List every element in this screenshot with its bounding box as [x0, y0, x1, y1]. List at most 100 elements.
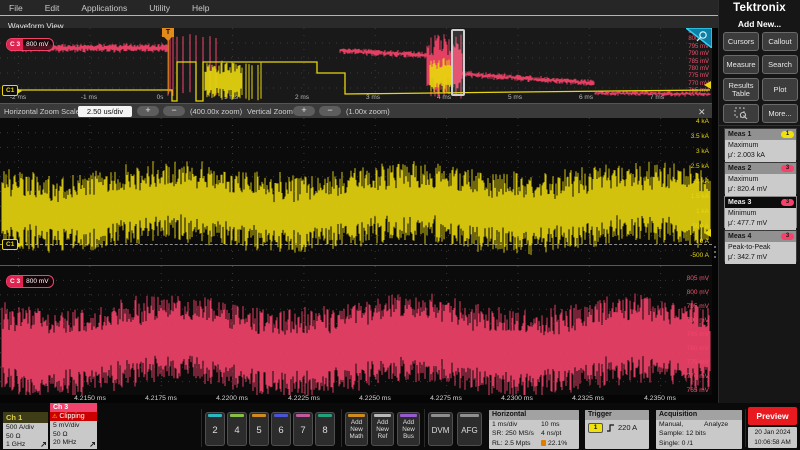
position-percent: 22.1%	[548, 440, 567, 447]
horizontal-settings-panel[interactable]: Horizontal 1 ms/div10 ms SR: 250 MS/s4 n…	[489, 410, 579, 449]
menu-applications[interactable]: Applications	[81, 3, 127, 13]
record-length: RL: 2.5 Mpts	[492, 440, 531, 447]
ch3-chip: C 3	[7, 39, 23, 50]
overview-pane[interactable]: C 3 800 mV C1 T 805 mV 800 mV 795 mV 790…	[0, 28, 712, 103]
overview-c1-badge[interactable]: C1	[2, 85, 18, 96]
meas-value: μ': 342.7 mV	[728, 253, 796, 263]
group-separator	[424, 409, 425, 447]
h-zoom-plus-button[interactable]: +	[137, 106, 159, 116]
menu-file[interactable]: File	[9, 3, 23, 13]
meas-4-body: Peak-to-Peak μ': 342.7 mV	[725, 242, 796, 264]
channel-number: 5	[250, 425, 268, 436]
sidebar-drag-handle[interactable]	[712, 246, 717, 258]
datetime-display[interactable]: 20 Jan 2024 10:06:58 AM	[748, 427, 797, 448]
time-tick-label: 4.2225 ms	[282, 395, 326, 402]
acquisition-settings-panel[interactable]: Acquisition Manual,Analyze Sample: 12 bi…	[656, 410, 742, 449]
horizontal-scale: 1 ms/div	[492, 421, 517, 428]
overview-zoom-icon[interactable]	[686, 28, 712, 48]
search-button[interactable]: Search	[762, 55, 798, 74]
horizontal-zoom-scale-label: Horizontal Zoom Scale	[4, 107, 80, 116]
results-table-button[interactable]: Results Table	[723, 78, 759, 101]
mask-test-button[interactable]	[723, 104, 759, 123]
meas-1-card[interactable]: Meas 1 1 Maximum μ': 2.003 kA	[724, 128, 797, 160]
plot-button[interactable]: Plot	[762, 78, 798, 101]
lower-zoom-pane-ch3[interactable]: C 3 800 mV 805 mV 800 mV 795 mV 790 mV 7…	[0, 265, 712, 395]
callout-button[interactable]: Callout	[762, 32, 798, 51]
measure-button[interactable]: Measure	[723, 55, 759, 74]
v-zoom-minus-button[interactable]: −	[319, 106, 341, 116]
close-zoom-view-icon[interactable]: ✕	[698, 107, 706, 118]
add-new-ref-label: Add New Ref	[372, 419, 393, 440]
meas-4-card[interactable]: Meas 4 3 Peak-to-Peak μ': 342.7 mV	[724, 230, 797, 262]
meas-value: μ': 2.003 kA	[728, 151, 796, 161]
zoom-window-bracket[interactable]	[451, 29, 465, 96]
channel-color-stripe	[274, 414, 288, 417]
add-new-bus-button[interactable]: Add New Bus	[397, 412, 420, 446]
sidebar-divider	[719, 125, 800, 126]
ch1-settings-card[interactable]: Ch 1 500 A/div 50 Ω 1 GHz	[3, 412, 48, 449]
cursors-button[interactable]: Cursors	[723, 32, 759, 51]
meas-type: Minimum	[728, 209, 796, 219]
horizontal-panel-title: Horizontal	[489, 410, 579, 420]
ch1-waveform-svg	[0, 118, 712, 265]
overview-trigger-level-arrow[interactable]	[704, 81, 711, 89]
channel-color-stripe	[296, 414, 310, 417]
ch3-card-body: 5 mV/div 50 Ω 20 MHz	[50, 421, 97, 449]
channel-number: 7	[294, 425, 312, 436]
v-zoom-factor: (1.00x zoom)	[346, 107, 390, 116]
v-zoom-plus-button[interactable]: +	[293, 106, 315, 116]
meas-source-badge: 1	[781, 131, 794, 138]
channel-4-button[interactable]: 4	[227, 412, 247, 446]
meas-3-card[interactable]: Meas 3 3 Minimum μ': 477.7 mV	[724, 196, 797, 228]
ch1-reference-badge[interactable]: C1	[2, 239, 18, 250]
menu-edit[interactable]: Edit	[45, 3, 60, 13]
meas-2-card[interactable]: Meas 2 3 Maximum μ': 820.4 mV	[724, 162, 797, 194]
trigger-settings-panel[interactable]: Trigger 1 220 A	[585, 410, 649, 449]
meas-type: Maximum	[728, 175, 796, 185]
dashed-region-magnifier-icon	[734, 107, 748, 120]
time-tick-label: 4.2325 ms	[566, 395, 610, 402]
ch1-vdiv: 500 A/div	[6, 424, 48, 433]
trigger-source-badge: 1	[588, 423, 603, 433]
acquisition-mode: Manual,	[659, 421, 683, 428]
dvm-stripe	[431, 414, 450, 417]
afg-stripe	[460, 414, 479, 417]
preview-button[interactable]: Preview	[748, 407, 797, 425]
channel-color-stripe	[230, 414, 244, 417]
sample-bits: Sample: 12 bits	[656, 429, 742, 438]
tektronix-logo: Tektronix	[719, 2, 800, 14]
waveform-view-area: Waveform View C 3 800 mV C1 T 805 mV 800…	[0, 15, 718, 403]
channel-2-button[interactable]: 2	[205, 412, 225, 446]
vertical-zoom-label: Vertical Zoom	[247, 107, 293, 116]
add-new-ref-button[interactable]: Add New Ref	[371, 412, 394, 446]
afg-button[interactable]: AFG	[457, 412, 482, 446]
horizontal-zoom-scale-input[interactable]: 2.50 us/div	[78, 106, 132, 117]
date-text: 20 Jan 2024	[748, 428, 797, 438]
channel-8-button[interactable]: 8	[315, 412, 335, 446]
meas-name: Meas 3	[728, 199, 751, 206]
ch1-trigger-level-arrow[interactable]	[704, 229, 711, 237]
channel-5-button[interactable]: 5	[249, 412, 269, 446]
record-duration: 10 ms	[541, 420, 560, 429]
ref-color-stripe	[374, 414, 391, 417]
group-separator	[201, 409, 202, 447]
channel-color-stripe	[318, 414, 332, 417]
menu-help[interactable]: Help	[192, 3, 209, 13]
meas-3-header: Meas 3 3	[725, 197, 796, 208]
h-zoom-minus-button[interactable]: −	[163, 106, 185, 116]
ch3-settings-card[interactable]: Ch 3 ⚠ Clipping 5 mV/div 50 Ω 20 MHz	[50, 403, 97, 449]
dvm-button[interactable]: DVM	[428, 412, 453, 446]
menu-utility[interactable]: Utility	[149, 3, 170, 13]
time-tick-label: 4.2175 ms	[139, 395, 183, 402]
ch3-reference-badge[interactable]: C 3 800 mV	[6, 275, 54, 288]
overview-ch3-badge[interactable]: C 3 800 mV	[6, 38, 54, 51]
channel-6-button[interactable]: 6	[271, 412, 291, 446]
channel-7-button[interactable]: 7	[293, 412, 313, 446]
trigger-position-marker[interactable]: T	[162, 28, 174, 37]
add-new-math-label: Add New Math	[346, 419, 367, 440]
group-separator	[341, 409, 342, 447]
rising-edge-icon	[606, 423, 615, 433]
more-button[interactable]: More...	[762, 104, 798, 123]
main-zoom-pane-ch1[interactable]: 4 kA 3.5 kA 3 kA 2.5 kA 2 kA 1.5 kA 1 kA…	[0, 118, 712, 265]
add-new-math-button[interactable]: Add New Math	[345, 412, 368, 446]
